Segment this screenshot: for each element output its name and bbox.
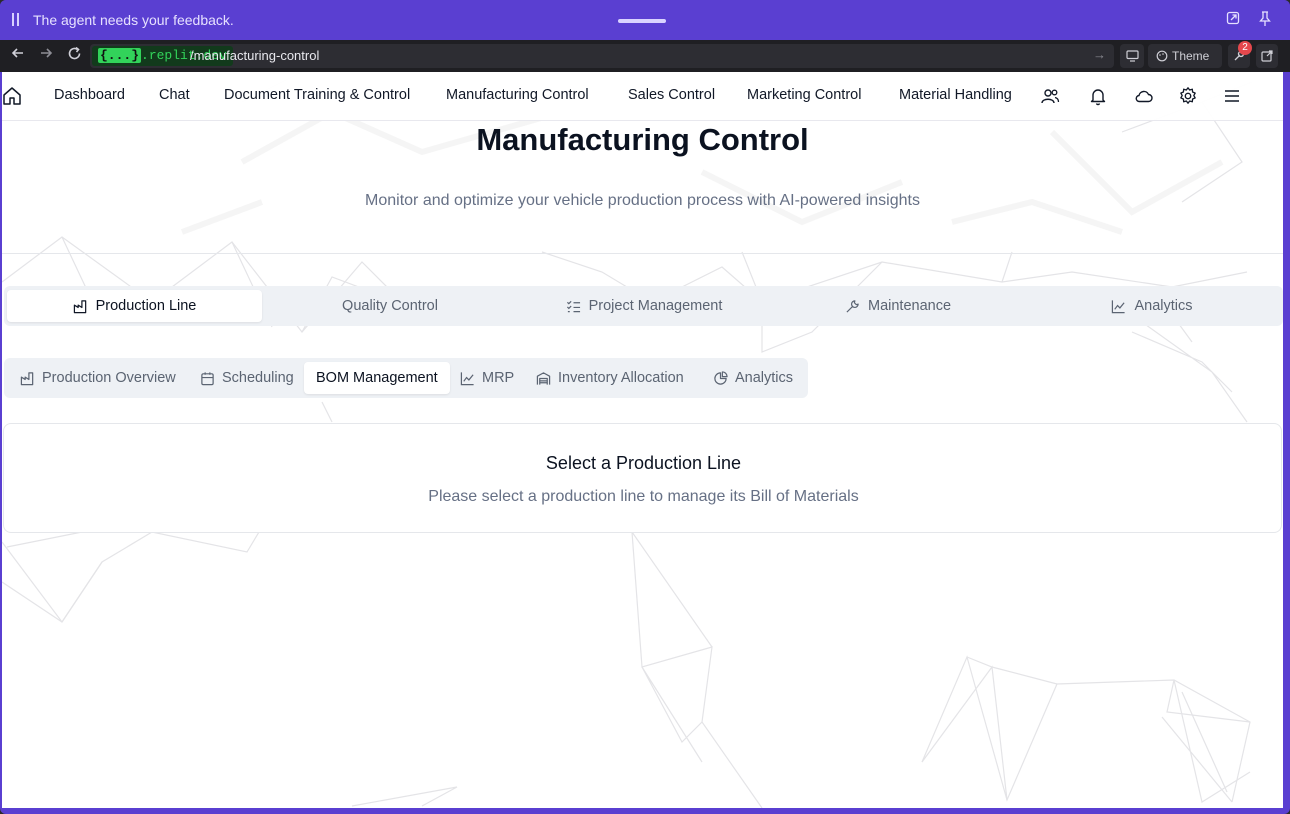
nav-manufacturing-control[interactable]: Manufacturing Control	[446, 87, 589, 103]
theme-label: Theme	[1172, 49, 1210, 63]
tab-label: Analytics	[1134, 298, 1193, 314]
main-tabs: Production Line Quality Control Project …	[4, 286, 1283, 326]
gear-icon[interactable]	[1178, 86, 1198, 106]
tab-analytics[interactable]: Analytics	[1026, 290, 1278, 322]
factory-icon	[73, 299, 86, 313]
reload-icon[interactable]	[63, 46, 85, 66]
palette-icon	[1156, 50, 1168, 62]
factory-icon	[20, 371, 34, 385]
cloud-icon[interactable]	[1134, 86, 1154, 106]
pie-chart-icon	[714, 370, 728, 385]
back-icon[interactable]	[7, 46, 29, 66]
url-path: /manufacturing-control	[190, 48, 320, 63]
empty-state-title: Select a Production Line	[545, 453, 742, 473]
page-subtitle: Monitor and optimize your vehicle produc…	[365, 192, 920, 209]
nav-document-training[interactable]: Document Training & Control	[224, 87, 410, 103]
line-chart-icon	[460, 371, 474, 385]
tab-quality-control[interactable]: Quality Control	[264, 290, 516, 322]
nav-marketing-control[interactable]: Marketing Control	[747, 87, 861, 103]
home-icon[interactable]	[2, 86, 24, 106]
device-preview-icon[interactable]	[1120, 44, 1144, 68]
subtab-label: Inventory Allocation	[558, 370, 684, 386]
subtab-inventory-allocation[interactable]: Inventory Allocation	[524, 362, 696, 394]
sub-tabs: Production Overview Scheduling BOM Manag…	[4, 358, 808, 398]
menu-icon[interactable]	[1222, 86, 1242, 106]
browser-toolbar: {...} .replit.dev /manufacturing-control …	[0, 40, 1290, 72]
notification-badge: 2	[1238, 41, 1252, 55]
page-title: Manufacturing Control	[476, 122, 809, 157]
empty-state-card: Select a Production Line Please select a…	[3, 423, 1282, 533]
agent-feedback-bar: The agent needs your feedback.	[0, 0, 1290, 40]
subtab-scheduling[interactable]: Scheduling	[188, 362, 306, 394]
tab-maintenance[interactable]: Maintenance	[772, 290, 1024, 322]
wrench-icon	[846, 299, 859, 313]
divider	[2, 253, 1283, 254]
nav-chat[interactable]: Chat	[159, 87, 190, 103]
empty-state-description: Please select a production line to manag…	[428, 488, 859, 505]
nav-sales-control[interactable]: Sales Control	[628, 87, 715, 103]
app-window: The agent needs your feedback. {...} .rep…	[0, 0, 1290, 814]
app-viewport: Dashboard Chat Document Training & Contr…	[2, 72, 1283, 808]
pin-icon[interactable]	[1256, 11, 1274, 29]
agent-message: The agent needs your feedback.	[33, 12, 234, 28]
checklist-icon	[566, 300, 580, 312]
tab-label: Maintenance	[867, 298, 952, 314]
go-arrow-icon[interactable]: →	[1093, 47, 1106, 62]
nav-material-handling[interactable]: Material Handling	[899, 87, 1012, 103]
pause-icon[interactable]	[12, 13, 21, 26]
drag-handle[interactable]	[618, 19, 666, 23]
external-window-icon[interactable]	[1224, 11, 1242, 29]
open-new-tab-icon[interactable]	[1256, 44, 1278, 68]
calendar-icon	[201, 371, 214, 385]
devtools-button[interactable]: 2	[1228, 41, 1252, 68]
line-chart-icon	[1112, 299, 1126, 313]
tab-label: Quality Control	[342, 298, 438, 314]
subtab-label: Scheduling	[222, 370, 294, 386]
subtab-bom-management[interactable]: BOM Management	[304, 362, 450, 394]
url-field[interactable]: {...} .replit.dev /manufacturing-control …	[90, 44, 1114, 68]
subtab-production-overview[interactable]: Production Overview	[8, 362, 188, 394]
subtab-label: BOM Management	[316, 370, 438, 386]
subtab-label: MRP	[482, 370, 515, 386]
subtab-label: Analytics	[735, 370, 794, 386]
users-icon[interactable]	[1040, 86, 1060, 106]
subtab-analytics[interactable]: Analytics	[701, 362, 805, 394]
subtab-mrp[interactable]: MRP	[448, 362, 526, 394]
tab-project-management[interactable]: Project Management	[518, 290, 770, 322]
theme-button[interactable]: Theme	[1148, 44, 1222, 68]
subtab-label: Production Overview	[42, 370, 176, 386]
tab-label: Project Management	[588, 298, 723, 314]
warehouse-icon	[536, 371, 551, 385]
nav-dashboard[interactable]: Dashboard	[54, 87, 125, 103]
tab-label: Production Line	[95, 298, 197, 314]
bell-icon[interactable]	[1088, 86, 1108, 106]
tab-production-line[interactable]: Production Line	[7, 290, 262, 322]
top-navigation: Dashboard Chat Document Training & Contr…	[2, 72, 1283, 121]
forward-icon[interactable]	[35, 46, 57, 66]
